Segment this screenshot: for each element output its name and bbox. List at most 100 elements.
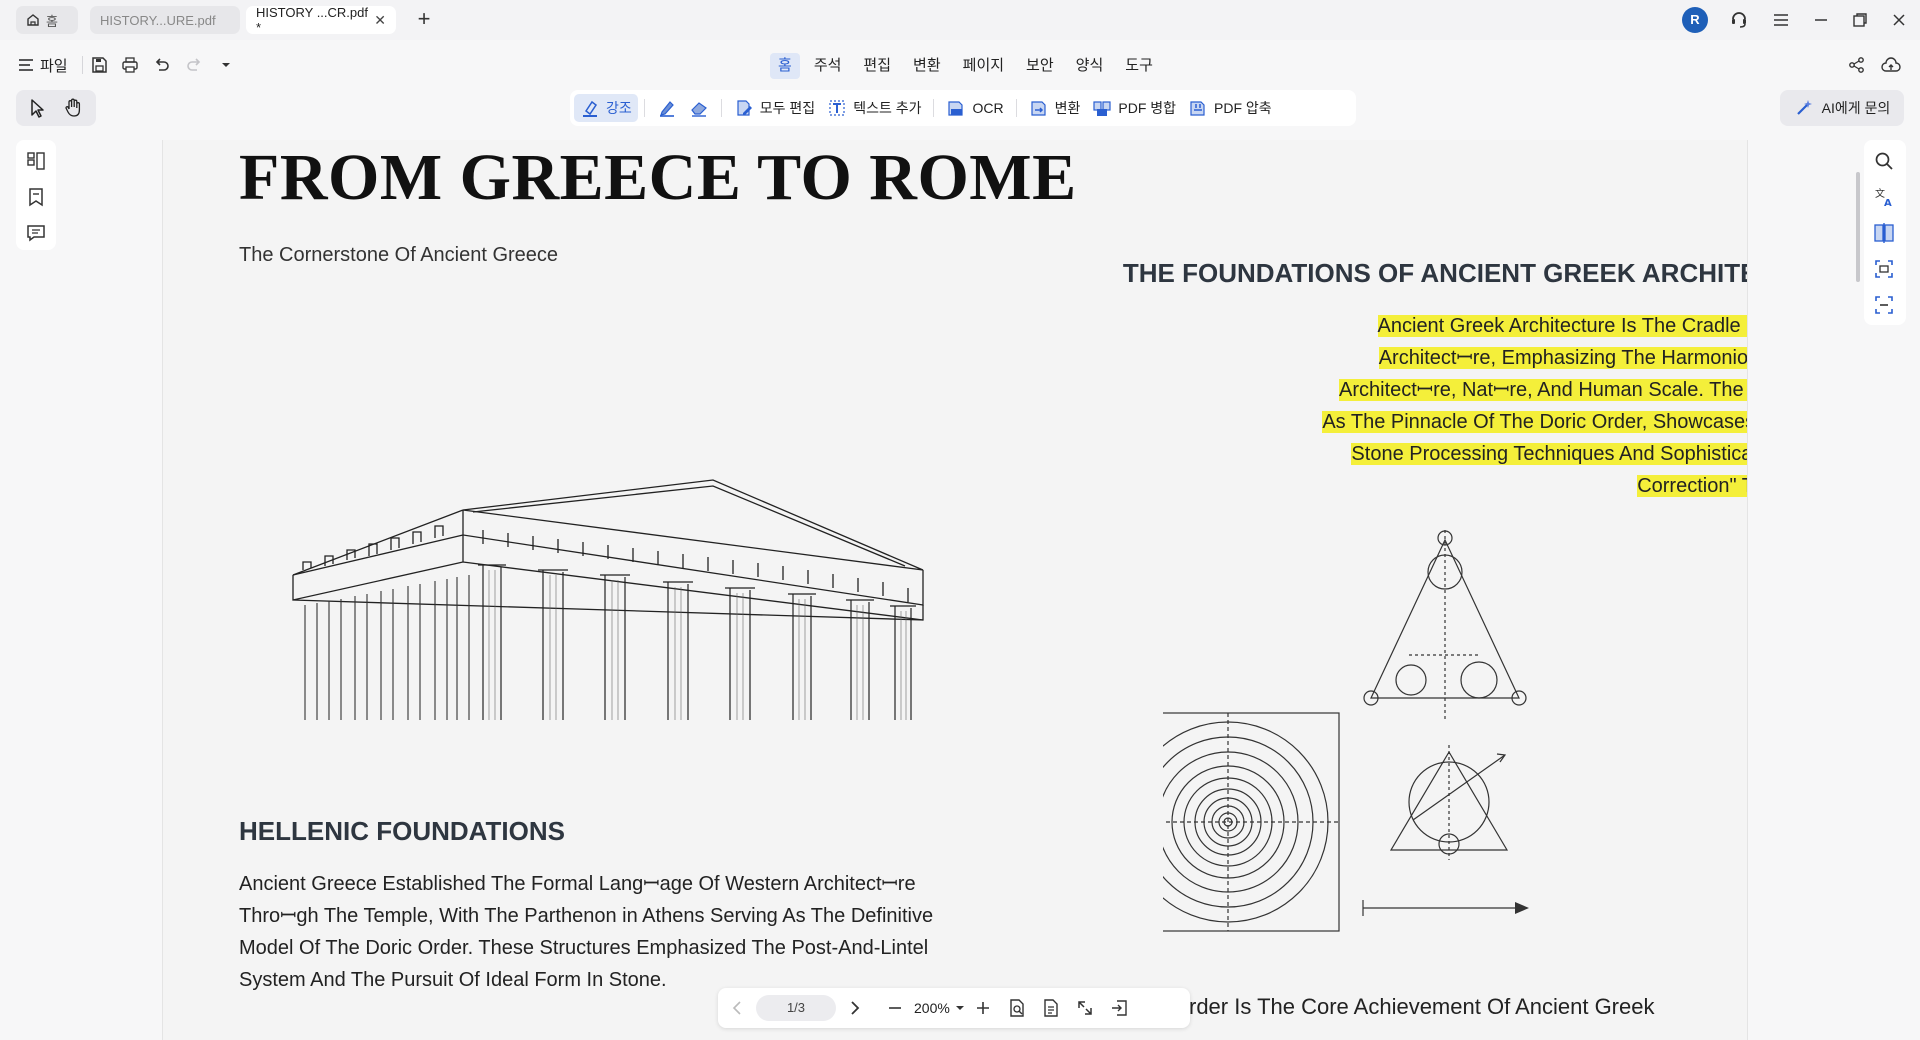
edit-all-icon [737,100,752,116]
document-tab-2[interactable]: HISTORY ...CR.pdf * ✕ [246,5,396,35]
document-tab-1[interactable]: HISTORY...URE.pdf [90,6,240,34]
close-window-icon[interactable] [1888,9,1910,31]
tab-tools[interactable]: 도구 [1117,53,1161,79]
tab-annotate[interactable]: 주석 [806,53,850,79]
share-icon[interactable] [1846,54,1868,76]
merge-icon [1093,101,1111,116]
fit-page-icon[interactable] [1004,995,1030,1021]
search-icon[interactable] [1873,150,1895,172]
add-text-icon [829,100,845,116]
compare-icon[interactable] [1873,222,1895,244]
next-page-icon[interactable] [842,995,868,1021]
menu-icon[interactable] [1770,9,1792,31]
divider [720,99,722,117]
divider [933,99,935,117]
home-icon [27,14,39,26]
fullscreen-icon[interactable] [1072,995,1098,1021]
divider [1015,99,1017,117]
exit-reading-mode-icon[interactable] [1106,995,1132,1021]
hellenic-paragraph: Ancient Greece Established The Formal La… [239,873,934,991]
redo-icon[interactable] [183,54,205,76]
tab-convert[interactable]: 변환 [905,53,949,79]
ocr-icon [948,101,964,116]
document-tab-1-label: HISTORY...URE.pdf [100,12,216,28]
home-tab[interactable]: 홈 [16,6,78,34]
comment-icon[interactable] [25,222,47,244]
convert-icon [1031,101,1046,116]
highlighter-icon [583,100,598,117]
fit-width-icon[interactable] [1038,995,1064,1021]
pdf-merge-button[interactable]: PDF 병합 [1086,94,1182,122]
file-menu-label: 파일 [40,57,68,75]
edit-all-button[interactable]: 모두 편집 [728,94,821,122]
pdf-compress-label: PDF 압축 [1214,100,1272,116]
divider [643,99,645,117]
home-tab-label: 홈 [46,13,58,29]
ask-ai-button[interactable]: AI에게 문의 [1780,90,1904,126]
chevron-down-icon [955,1006,964,1010]
eraser-icon [690,102,707,117]
close-tab-icon[interactable]: ✕ [374,12,386,29]
title-bar: 홈 HISTORY...URE.pdf HISTORY ...CR.pdf * … [0,0,1920,40]
new-tab-button[interactable]: + [412,8,436,32]
tab-form[interactable]: 양식 [1068,53,1112,79]
tab-security[interactable]: 보안 [1018,53,1062,79]
tab-edit[interactable]: 편집 [855,53,899,79]
zoom-value: 200% [914,1000,950,1016]
minimize-icon[interactable] [1810,9,1832,31]
ocr-label: OCR [972,100,1004,116]
restore-icon[interactable] [1849,9,1871,31]
compress-icon [1190,101,1205,116]
ocr-button[interactable]: OCR [940,94,1009,122]
highlight-label: 강조 [606,100,632,116]
highlighted-line: As The Pinnacle Of The Doric Order, Show… [1322,411,1747,433]
divider [82,56,83,74]
geometry-diagrams [1163,530,1529,932]
bookmark-icon[interactable] [25,186,47,208]
cursor-tools [16,90,96,126]
document-page[interactable]: FROM GREECE TO ROME The Cornerstone Of A… [162,140,1748,1040]
vertical-scrollbar[interactable] [1856,172,1860,282]
hamburger-icon [19,59,33,71]
thumbnails-icon[interactable] [25,150,47,172]
ai-sparkle-icon [1796,100,1812,115]
svg-text:A: A [1884,198,1892,208]
highlighted-line: Architectꟷre, Emphasizing The Harmonious… [1378,347,1747,369]
eraser-tool-button[interactable] [683,94,715,122]
cloud-upload-icon[interactable] [1880,54,1902,76]
print-icon[interactable] [119,54,141,76]
save-icon[interactable] [88,54,110,76]
zoom-in-icon[interactable] [970,995,996,1021]
pen-tool-button[interactable] [651,94,683,122]
scan-icon[interactable] [1873,258,1895,280]
select-cursor-icon[interactable] [26,97,48,119]
file-menu-button[interactable]: 파일 [18,53,68,77]
page-number-input[interactable]: 1/3 [756,995,836,1021]
avatar[interactable]: R [1682,7,1708,33]
undo-icon[interactable] [151,54,173,76]
zoom-select[interactable]: 200% [914,1000,964,1016]
support-icon[interactable] [1728,9,1750,31]
highlight-button[interactable]: 강조 [574,94,638,122]
previous-page-icon[interactable] [724,995,750,1021]
add-text-label: 텍스트 추가 [853,100,922,116]
highlighted-paragraph[interactable]: Ancient Greek Architecture Is The Cradle… [983,310,1747,502]
quick-access-dropdown-icon[interactable] [215,54,237,76]
hand-tool-icon[interactable] [62,97,84,119]
translate-icon[interactable]: 文A [1873,186,1895,208]
ribbon-tabs: 홈 주석 편집 변환 페이지 보안 양식 도구 [770,53,1167,79]
pdf-merge-label: PDF 병합 [1118,100,1177,116]
pdf-compress-button[interactable]: PDF 압축 [1182,94,1278,122]
add-text-button[interactable]: 텍스트 추가 [821,94,927,122]
home-toolbar: 강조 모두 편집 텍스트 추가 OCR 변환 PDF 병합 PDF 압축 [570,90,1356,126]
convert-button[interactable]: 변환 [1023,94,1087,122]
menu-row: 파일 홈 주석 편집 변환 페이지 보안 양식 도구 [0,40,1920,90]
document-subtitle: The Cornerstone Of Ancient Greece [239,244,559,266]
convert-label: 변환 [1054,100,1081,116]
ocr-scan-icon[interactable] [1873,294,1895,316]
tab-home[interactable]: 홈 [770,53,800,79]
tab-page[interactable]: 페이지 [955,53,1012,79]
ask-ai-label: AI에게 문의 [1821,100,1891,116]
zoom-out-icon[interactable] [882,995,908,1021]
bottom-text-fragment: rder Is The Core Achievement Of Ancient … [1189,994,1655,1019]
